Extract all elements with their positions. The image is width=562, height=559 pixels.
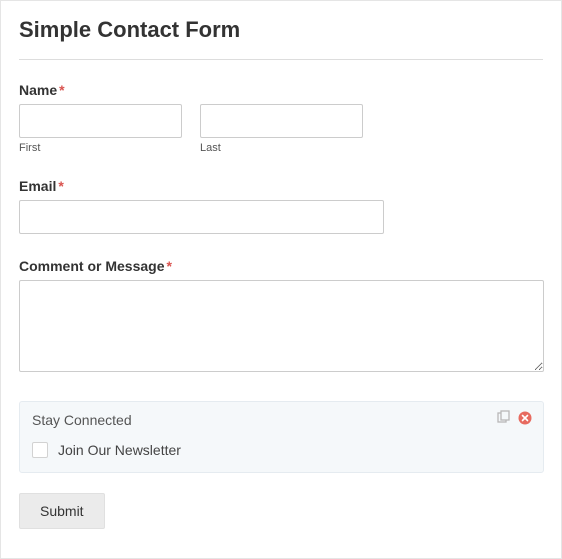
newsletter-checkbox-label: Join Our Newsletter: [58, 442, 181, 458]
name-field-group: Name* First Last: [19, 82, 543, 154]
newsletter-checkbox[interactable]: [32, 442, 48, 458]
name-label: Name*: [19, 82, 543, 98]
panel-actions: [495, 410, 533, 426]
comment-label: Comment or Message*: [19, 258, 543, 274]
comment-textarea[interactable]: [19, 280, 544, 372]
first-name-sublabel: First: [19, 142, 182, 154]
comment-label-text: Comment or Message: [19, 258, 164, 274]
last-name-input[interactable]: [200, 104, 363, 138]
last-name-sublabel: Last: [200, 142, 363, 154]
comment-field-group: Comment or Message*: [19, 258, 543, 377]
last-name-col: Last: [200, 104, 363, 154]
required-marker: *: [166, 258, 171, 274]
email-label-text: Email: [19, 178, 56, 194]
name-inputs-row: First Last: [19, 104, 543, 154]
name-label-text: Name: [19, 82, 57, 98]
required-marker: *: [59, 82, 64, 98]
submit-button[interactable]: Submit: [19, 493, 105, 529]
delete-icon[interactable]: [517, 410, 533, 426]
contact-form-container: Simple Contact Form Name* First Last Ema…: [0, 0, 562, 559]
stay-connected-title: Stay Connected: [32, 412, 531, 428]
duplicate-icon[interactable]: [495, 410, 511, 426]
email-input[interactable]: [19, 200, 384, 234]
newsletter-checkbox-row: Join Our Newsletter: [32, 442, 531, 458]
first-name-col: First: [19, 104, 182, 154]
required-marker: *: [58, 178, 63, 194]
stay-connected-panel: Stay Connected Join Our Newsletter: [19, 401, 544, 473]
first-name-input[interactable]: [19, 104, 182, 138]
form-title: Simple Contact Form: [19, 17, 543, 43]
email-field-group: Email*: [19, 178, 543, 234]
divider: [19, 59, 543, 60]
email-label: Email*: [19, 178, 543, 194]
